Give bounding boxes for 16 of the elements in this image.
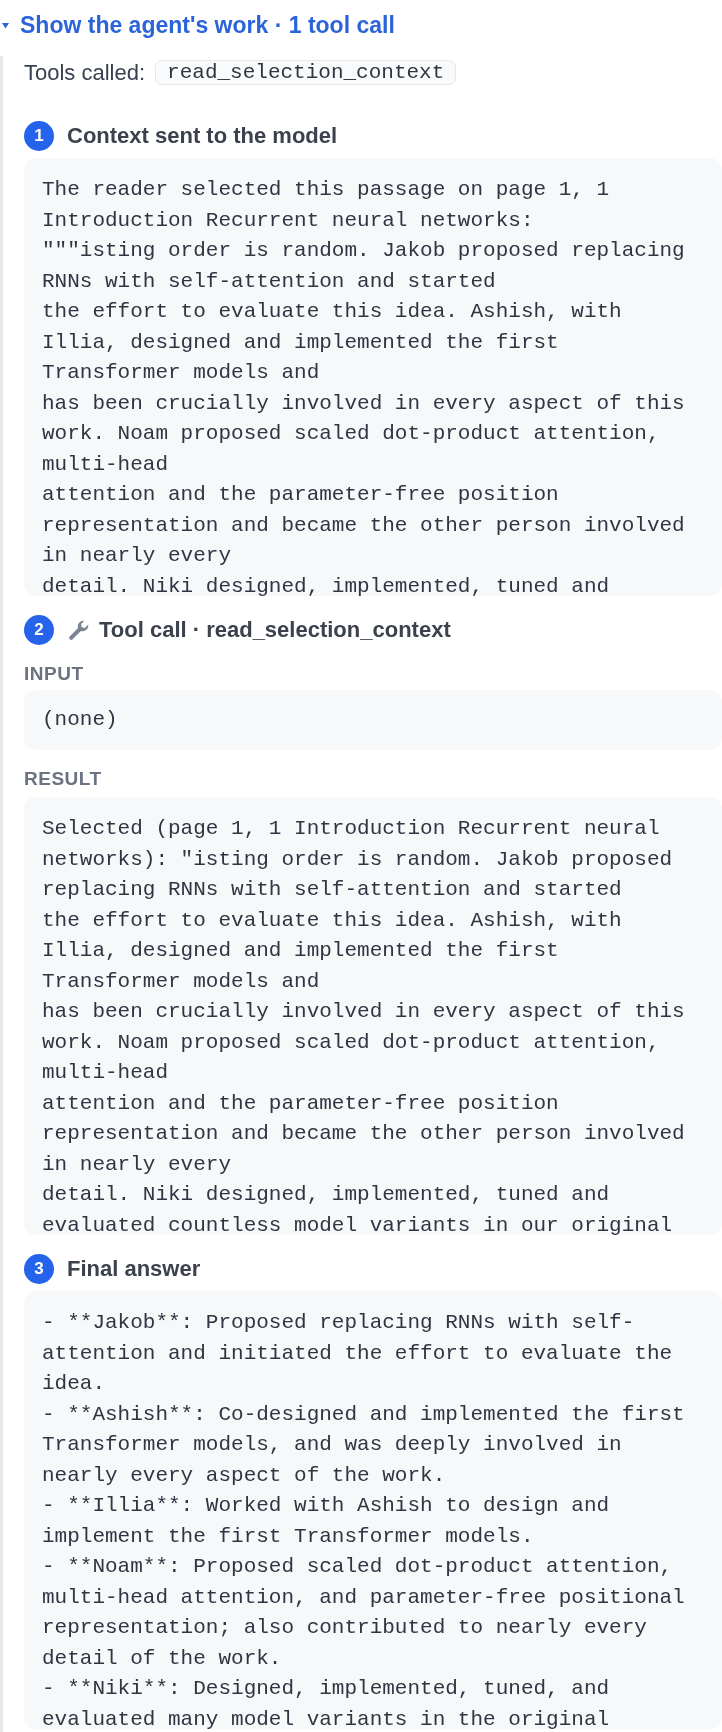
- code-panel: - **Jakob**: Proposed replacing RNNs with self- attention and initiated the effort to evaluate the idea. - **Ashish**: Co-designed and implemented the first Transformer models, and was deeply involved in nearly every aspect of the work. - **Illia**: Worked with Ashish to design and implement the first Transformer models. - **Noam**: Proposed scaled dot-product attention, multi-head attention, and parameter-free positional representation; also contributed to nearly every detail of the work. - **Niki**: Designed, implemented, tuned, and evaluated many model variants in the original: [24, 1291, 722, 1729]
- step-title: Final answer: [67, 1255, 201, 1283]
- section-label: INPUT: [24, 663, 84, 685]
- step-title: Context sent to the model: [67, 122, 338, 150]
- code-panel: The reader selected this passage on page 1, 1 Introduction Recurrent neural networks: """isting order is random. Jakob proposed replacing RNNs with self-attention and started the effort to evaluate this idea. Ashish, with Illia, designed and implemented the first Transformer models and has been crucially involved in every aspect of this work. Noam proposed scaled dot-product attention, multi-head attention and the parameter-free position representation and became the other person involved in nearly every detail. Niki designed, implemented, tuned and: [24, 158, 722, 596]
- step-number-badge: 1: [24, 121, 54, 151]
- wrench-icon: [67, 618, 91, 642]
- step-number-badge: 3: [24, 1254, 54, 1284]
- step-number-badge: 2: [24, 615, 54, 645]
- tools-called-label: Tools called:: [24, 60, 146, 85]
- disclosure-toggle[interactable]: Show the agent's work · 1 tool call: [0, 10, 399, 40]
- code-panel: (none): [24, 690, 722, 750]
- step-title: Tool call · read_selection_context: [99, 616, 451, 644]
- code-panel: Selected (page 1, 1 Introduction Recurrent neural networks): "isting order is random. Jakob proposed replacing RNNs with self-attention and started the effort to evaluate this idea. Ashish, with Illia, designed and implemented the first Transformer models and has been crucially involved in every aspect of this work. Noam proposed scaled dot-product attention, multi-head attention and the parameter-free position representation and became the other person involved in nearly every detail. Niki designed, implemented, tuned and evaluated countless model variants in our original: [24, 797, 722, 1235]
- section-label: RESULT: [24, 768, 102, 790]
- tool-name-tag: read_selection_context: [155, 60, 457, 85]
